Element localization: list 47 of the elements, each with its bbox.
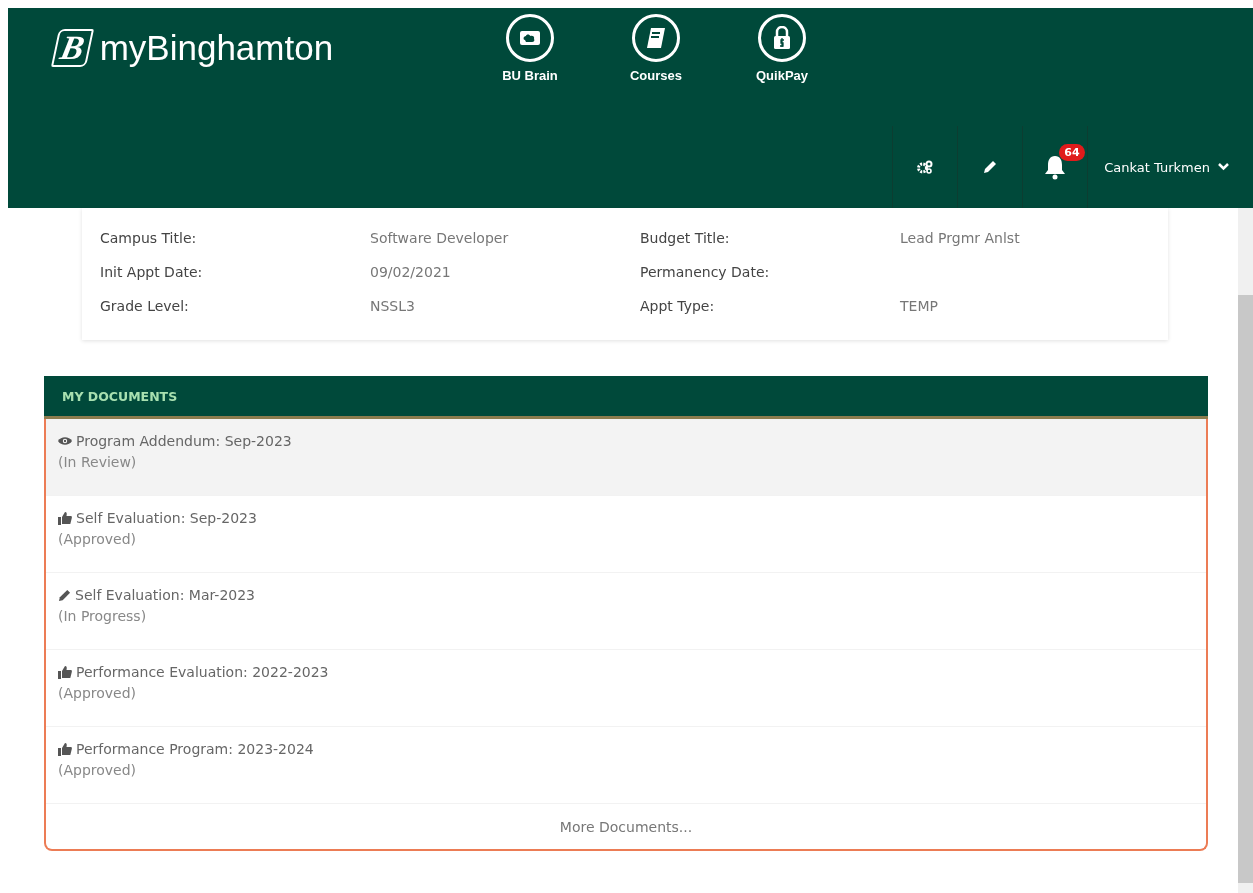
chevron-down-icon [1218, 163, 1229, 171]
document-item[interactable]: Performance Evaluation: 2022-2023 (Approved) [46, 650, 1206, 727]
document-status: (Approved) [58, 685, 138, 701]
gears-icon [917, 160, 934, 174]
nav-link[interactable]: Courses [611, 14, 701, 83]
document-status: (In Review) [58, 454, 138, 470]
notification-badge: 64 [1059, 144, 1085, 161]
field-label: Campus Title: [100, 230, 198, 246]
logo-text: myBinghamton [99, 28, 334, 68]
thumbs-up-icon [58, 665, 72, 679]
field-value: TEMP [900, 298, 939, 314]
lock-icon [773, 26, 791, 50]
pencil-icon [983, 160, 998, 174]
document-title: Self Evaluation: Mar-2023 [58, 587, 1194, 603]
document-item[interactable]: Self Evaluation: Mar-2023 (In Progress) [46, 573, 1206, 650]
eye-icon [58, 436, 72, 446]
document-status: (In Progress) [58, 608, 148, 624]
book-icon [646, 27, 666, 49]
field-value: 09/02/2021 [370, 264, 452, 280]
field-value: NSSL3 [370, 298, 416, 314]
document-title: Program Addendum: Sep-2023 [58, 433, 1194, 449]
document-title: Performance Program: 2023-2024 [58, 741, 1194, 757]
field-value: Lead Prgmr Anlst [900, 230, 1021, 246]
thumbs-up-icon [58, 742, 72, 756]
document-title: Self Evaluation: Sep-2023 [58, 510, 1194, 526]
field-label: Grade Level: [100, 298, 190, 314]
field-value: Software Developer [370, 230, 510, 246]
more-documents-link[interactable]: More Documents... [46, 804, 1206, 849]
field-label: Init Appt Date: [100, 264, 204, 280]
field-label: Budget Title: [640, 230, 731, 246]
pencil-icon [58, 588, 71, 602]
logo-mark: B [50, 29, 94, 67]
document-item[interactable]: Performance Program: 2023-2024 (Approved) [46, 727, 1206, 804]
nav-link[interactable]: BU Brain [485, 14, 575, 83]
nav-link[interactable]: QuikPay [737, 14, 827, 83]
document-title: Performance Evaluation: 2022-2023 [58, 664, 1194, 680]
field-label: Appt Type: [640, 298, 716, 314]
scrollbar[interactable] [1238, 208, 1253, 893]
document-item[interactable]: Program Addendum: Sep-2023 (In Review) [46, 419, 1206, 496]
document-item[interactable]: Self Evaluation: Sep-2023 (Approved) [46, 496, 1206, 573]
document-status: (Approved) [58, 531, 138, 547]
bell-icon [1043, 154, 1068, 180]
field-label: Permanency Date: [640, 264, 771, 280]
thumbs-up-icon [58, 511, 72, 525]
document-status: (Approved) [58, 762, 138, 778]
panel-header: MY DOCUMENTS [44, 376, 1208, 419]
bell-button[interactable]: 64 [1022, 126, 1088, 208]
